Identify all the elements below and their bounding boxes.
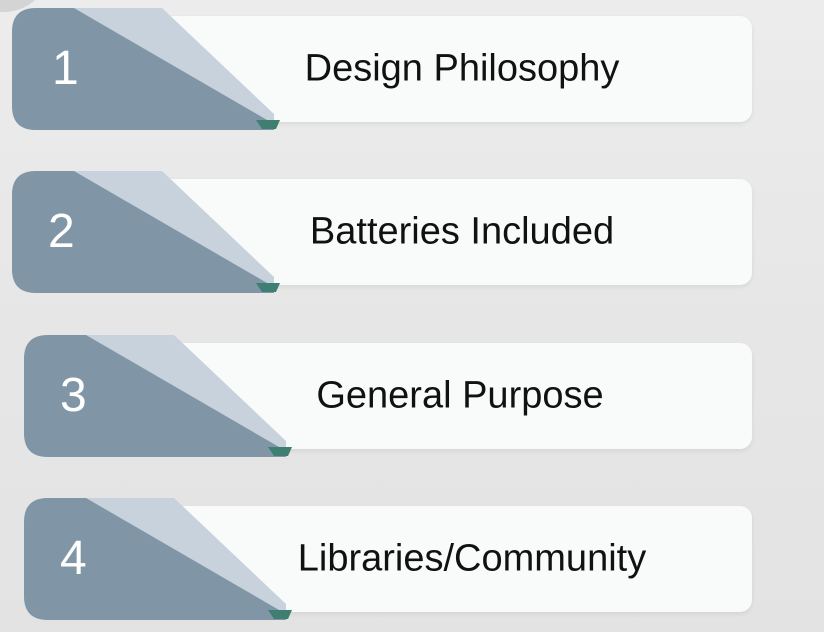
number-tab-3: 3 xyxy=(24,335,294,457)
list-item-2: Batteries Included 2 xyxy=(12,171,752,293)
tab-number-2: 2 xyxy=(48,205,75,258)
list-item-3: General Purpose 3 xyxy=(24,335,752,457)
number-tab-4: 4 xyxy=(24,498,294,620)
list-item-4: Libraries/Community 4 xyxy=(24,498,752,620)
number-tab-1: 1 xyxy=(12,8,282,130)
tab-number-3: 3 xyxy=(60,369,87,422)
tab-number-1: 1 xyxy=(52,42,79,95)
list-item-1: Design Philosophy 1 xyxy=(12,8,752,130)
tab-number-4: 4 xyxy=(60,532,87,585)
number-tab-2: 2 xyxy=(12,171,282,293)
